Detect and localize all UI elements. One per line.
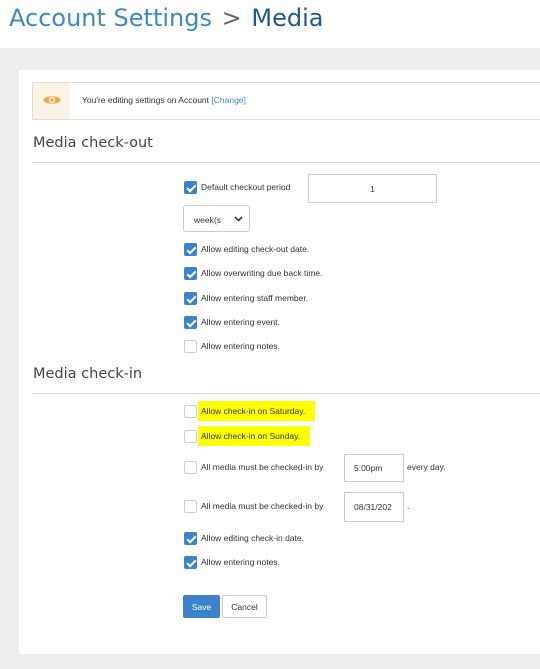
- saturday-label-text: Allow check-in on Saturday.: [198, 401, 316, 421]
- default-period-checkbox[interactable]: [184, 181, 197, 194]
- save-button[interactable]: Save: [183, 595, 220, 618]
- checkin-divider: [32, 393, 540, 394]
- checkin-time-input[interactable]: 5:00pm: [344, 454, 404, 482]
- checkout-divider: [32, 162, 540, 163]
- checkout-option-label-2: Allow entering staff member.: [201, 293, 309, 303]
- checkin-section-title: Media check-in: [33, 366, 143, 382]
- eye-icon: [43, 96, 61, 104]
- change-link[interactable]: [Change]: [211, 95, 246, 105]
- checkout-option-checkbox-2[interactable]: [184, 292, 197, 305]
- checkin-time-value: 5:00pm: [354, 463, 383, 473]
- cancel-button[interactable]: Cancel: [222, 595, 267, 618]
- period-unit-select[interactable]: week(s: [183, 205, 250, 232]
- checkout-option-checkbox-4[interactable]: [184, 340, 197, 353]
- checkout-option-checkbox-0[interactable]: [184, 243, 197, 256]
- checkin-by-date-suffix: .: [407, 501, 410, 511]
- checkout-section-title: Media check-out: [33, 135, 153, 151]
- saturday-checkbox[interactable]: [184, 405, 197, 418]
- checkin-by-time-suffix: every day.: [407, 462, 446, 472]
- checkin-option-checkbox-0[interactable]: [184, 532, 197, 545]
- breadcrumb-parent[interactable]: Account Settings: [9, 4, 212, 32]
- default-period-input[interactable]: 1: [308, 174, 437, 203]
- breadcrumb-current: Media: [251, 4, 324, 32]
- checkout-option-label-3: Allow entering event.: [201, 317, 280, 327]
- checkin-by-date-label: All media must be checked-in by: [201, 501, 324, 511]
- checkin-option-label-0: Allow editing check-in date.: [201, 533, 305, 543]
- sunday-label: Allow check-in on Sunday.: [198, 426, 311, 446]
- page-title: Account Settings > Media: [9, 4, 323, 32]
- checkin-by-time-checkbox[interactable]: [184, 461, 197, 474]
- checkin-date-value: 08/31/202: [354, 502, 392, 512]
- checkout-option-label-0: Allow editing check-out date.: [201, 244, 310, 254]
- checkin-date-input[interactable]: 08/31/202: [344, 492, 404, 522]
- period-unit-value: week(s: [194, 215, 221, 225]
- checkin-by-date-checkbox[interactable]: [184, 500, 197, 513]
- checkin-option-label-1: Allow entering notes.: [201, 557, 280, 567]
- default-period-label: Default checkout period: [201, 182, 291, 192]
- checkout-option-label-1: Allow overwriting due back time.: [201, 268, 323, 278]
- checkin-option-checkbox-1[interactable]: [184, 556, 197, 569]
- checkout-option-checkbox-3[interactable]: [184, 316, 197, 329]
- notice-icon-box: [33, 83, 70, 119]
- checkout-option-label-4: Allow entering notes.: [201, 341, 280, 351]
- notice-message: You're editing settings on Account: [82, 95, 210, 105]
- sunday-checkbox[interactable]: [184, 430, 197, 443]
- default-period-value: 1: [370, 183, 375, 194]
- editing-notice: You're editing settings on Account [Chan…: [32, 82, 540, 120]
- notice-message-row: You're editing settings on Account [Chan…: [82, 95, 246, 105]
- breadcrumb-separator: >: [221, 4, 242, 32]
- saturday-label: Allow check-in on Saturday.: [198, 401, 316, 421]
- checkout-option-checkbox-1[interactable]: [184, 267, 197, 280]
- chevron-down-icon: [234, 216, 243, 222]
- checkin-by-time-label: All media must be checked-in by: [201, 462, 324, 472]
- sunday-label-text: Allow check-in on Sunday.: [198, 426, 311, 446]
